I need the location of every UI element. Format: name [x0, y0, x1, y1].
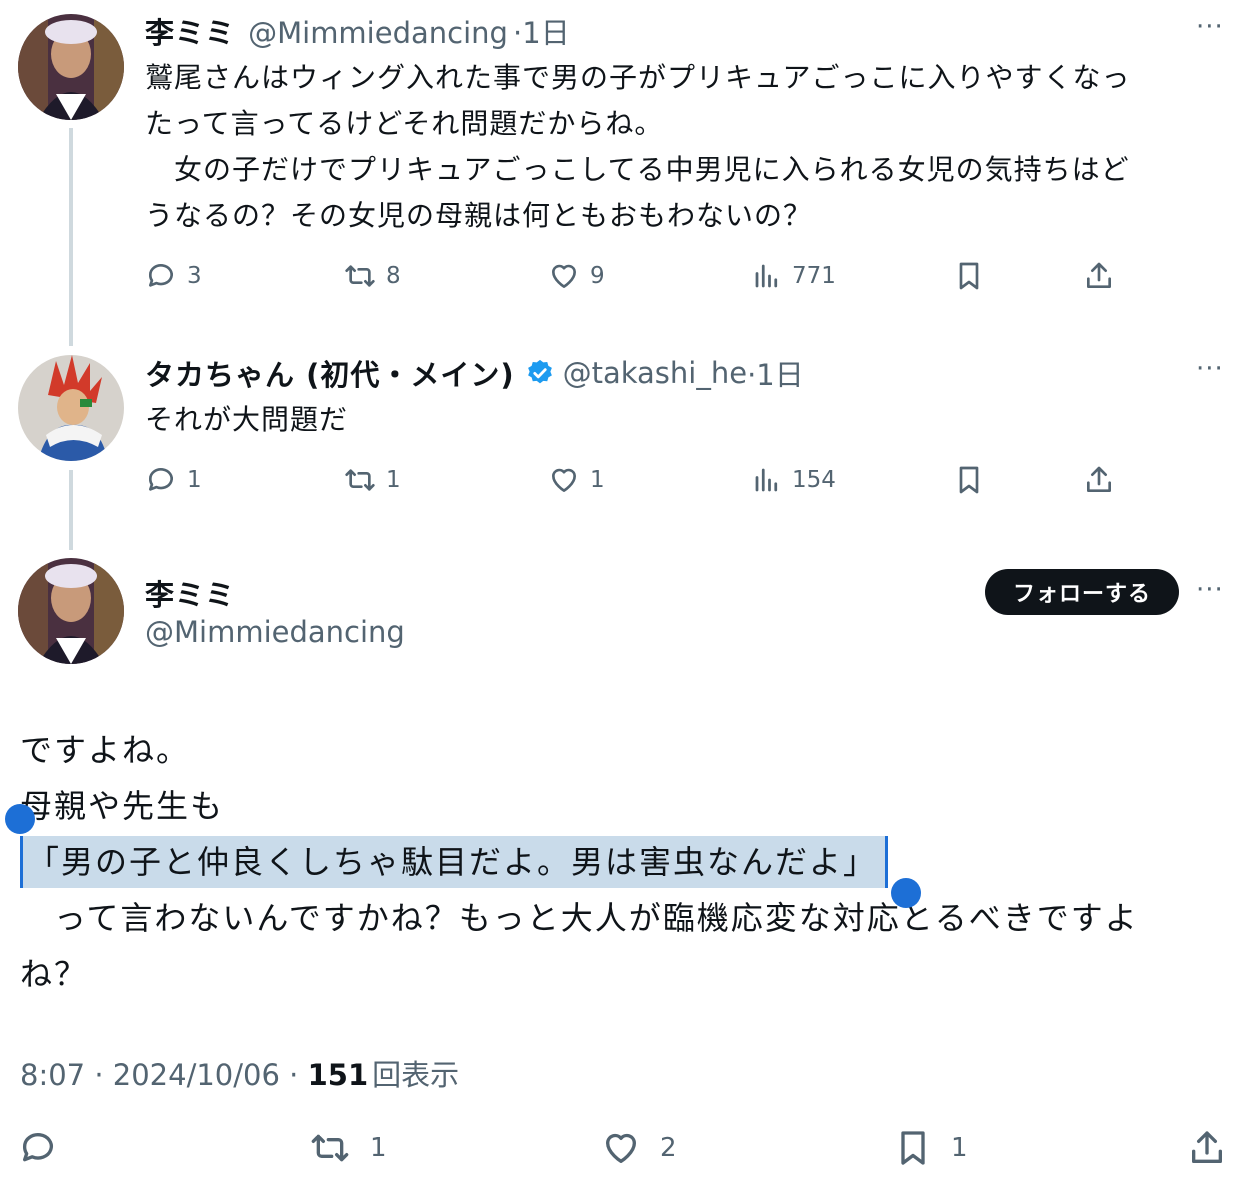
more-icon[interactable]: ···	[1196, 12, 1224, 42]
post-time[interactable]: 8:07 · 2024/10/06 ·	[20, 1058, 308, 1092]
avatar[interactable]	[18, 355, 124, 461]
timestamp[interactable]: ·1日	[747, 352, 804, 394]
reply-icon	[18, 1128, 58, 1168]
text-line: 鷲尾さんはウィング入れた事で男の子がプリキュアごっこに入りやすくなっ	[145, 61, 1131, 94]
retweet-button[interactable]: 1	[344, 464, 401, 496]
retweet-button[interactable]: 1	[308, 1128, 387, 1168]
retweet-count: 1	[386, 467, 401, 493]
reply-button[interactable]: 1	[145, 464, 202, 496]
retweet-icon	[344, 260, 376, 292]
selected-text[interactable]: 「男の子と仲良くしちゃ駄目だよ。男は害虫なんだよ」	[20, 836, 889, 888]
author-name[interactable]: タカちゃん (初代・メイン)	[145, 352, 515, 394]
retweet-count: 1	[370, 1133, 387, 1163]
like-icon	[548, 260, 580, 292]
reply-count: 1	[187, 467, 202, 493]
tweet-header: タカちゃん (初代・メイン) @takashi_he ·1日	[145, 352, 804, 394]
bookmark-icon	[893, 1128, 933, 1168]
like-icon	[600, 1128, 642, 1168]
like-button[interactable]: 2	[600, 1128, 677, 1168]
bookmark-button[interactable]	[953, 464, 985, 496]
views-icon	[752, 260, 782, 292]
retweet-button[interactable]: 8	[344, 260, 401, 292]
like-count: 9	[590, 263, 605, 289]
text-line: ですよね。	[20, 731, 191, 769]
text-line: うなるの？その女児の母親は何ともおもわないの？	[145, 199, 813, 232]
reply-count: 3	[187, 263, 202, 289]
author-name[interactable]: 李ミミ	[145, 16, 235, 50]
more-icon[interactable]: ···	[1196, 575, 1224, 605]
follow-button[interactable]: フォローする	[985, 569, 1179, 615]
timestamp[interactable]: ·1日	[513, 16, 570, 50]
text-line: それが大問題だ	[145, 403, 349, 436]
text-line: ね？	[20, 955, 89, 993]
like-count: 1	[590, 467, 605, 493]
tweet-meta: 8:07 · 2024/10/06 · 151 回表示	[20, 1052, 459, 1094]
author-handle[interactable]: @Mimmiedancing	[248, 16, 508, 50]
reply-icon	[145, 464, 177, 496]
text-line: って言わないんですかね？もっと大人が臨機応変な対応とるべきですよ	[20, 899, 1139, 937]
thread-line	[69, 470, 73, 550]
text-line: たって言ってるけどそれ問題だからね。	[145, 107, 664, 140]
like-count: 2	[660, 1133, 677, 1163]
share-button[interactable]	[1187, 1128, 1227, 1168]
text-line: 母親や先生も	[20, 787, 225, 825]
bookmark-icon	[953, 260, 985, 292]
share-button[interactable]	[1083, 260, 1115, 292]
bookmark-button[interactable]	[953, 260, 985, 292]
views-count: 771	[792, 263, 836, 289]
thread-line	[69, 128, 73, 346]
share-button[interactable]	[1083, 464, 1115, 496]
bookmark-icon	[953, 464, 985, 496]
author-handle[interactable]: @takashi_he	[563, 356, 747, 390]
text-line: 女の子だけでプリキュアごっこしてる中男児に入られる女児の気持ちはど	[145, 153, 1130, 186]
like-button[interactable]: 9	[548, 260, 605, 292]
share-icon	[1083, 464, 1115, 496]
reply-button[interactable]: 3	[145, 260, 202, 292]
share-icon	[1187, 1128, 1227, 1168]
tweet-header: 李ミミ @Mimmiedancing ·1日	[145, 10, 570, 52]
like-button[interactable]: 1	[548, 464, 605, 496]
bookmark-count: 1	[951, 1133, 968, 1163]
more-icon[interactable]: ···	[1196, 354, 1224, 384]
avatar[interactable]	[18, 558, 124, 664]
author-name[interactable]: 李ミミ	[145, 572, 235, 614]
retweet-count: 8	[386, 263, 401, 289]
view-count: 151	[307, 1058, 369, 1092]
view-label: 回表示	[372, 1058, 460, 1092]
views-button[interactable]: 771	[752, 260, 836, 292]
bookmark-button[interactable]: 1	[893, 1128, 968, 1168]
reply-button[interactable]	[18, 1128, 58, 1168]
selection-end-handle[interactable]	[891, 878, 921, 908]
selection-start-handle[interactable]	[5, 804, 35, 834]
views-button[interactable]: 154	[752, 464, 836, 496]
views-icon	[752, 464, 782, 496]
retweet-icon	[308, 1128, 352, 1168]
reply-icon	[145, 260, 177, 292]
share-icon	[1083, 260, 1115, 292]
tweet-text: それが大問題だ	[145, 397, 348, 443]
retweet-icon	[344, 464, 376, 496]
main-tweet-text: ですよね。 母親や先生も 「男の子と仲良くしちゃ駄目だよ。男は害虫なんだよ」 っ…	[20, 722, 1230, 1002]
tweet-text: 鷲尾さんはウィング入れた事で男の子がプリキュアごっこに入りやすくなっ たって言っ…	[145, 55, 1130, 239]
verified-icon	[527, 359, 552, 384]
author-handle[interactable]: @Mimmiedancing	[145, 615, 405, 649]
avatar[interactable]	[18, 14, 124, 120]
like-icon	[548, 464, 580, 496]
views-count: 154	[792, 467, 836, 493]
